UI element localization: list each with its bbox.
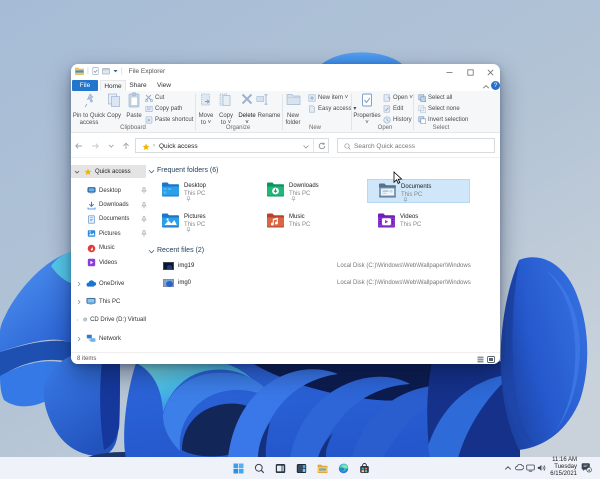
svg-text:4: 4 [588, 468, 590, 472]
